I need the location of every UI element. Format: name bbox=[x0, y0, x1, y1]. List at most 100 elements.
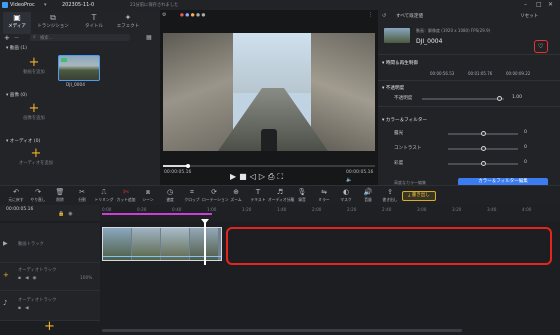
time-duration: 00:00:09.22 bbox=[506, 71, 531, 76]
rotate-icon: ⟳ bbox=[211, 188, 217, 196]
section-video[interactable]: ▾ 動画 (1) bbox=[6, 45, 27, 51]
volume-icon[interactable]: 🔈 bbox=[346, 177, 352, 183]
search-input[interactable]: ⌕ 検索... bbox=[30, 34, 130, 41]
section-image[interactable]: ▾ 画像 (0) bbox=[6, 92, 27, 98]
add-media-plus-icon[interactable]: + bbox=[4, 34, 10, 42]
add-image-button[interactable]: + 画像を追加 bbox=[20, 102, 48, 121]
tool-mirror[interactable]: ⇋ ミラー bbox=[312, 188, 336, 203]
tool-zoom[interactable]: ⊕ ズーム bbox=[224, 188, 248, 203]
music-track-icon: ♪ bbox=[3, 299, 8, 307]
work-area-bar[interactable] bbox=[102, 213, 212, 215]
tab-media[interactable]: ▣ メディア bbox=[3, 12, 31, 34]
tool-label: 書き出し bbox=[382, 197, 398, 202]
color-row-slider[interactable] bbox=[448, 161, 518, 166]
export-button[interactable]: ⤓ 書き出し bbox=[402, 191, 436, 201]
speaker-icon[interactable]: ◀ bbox=[25, 276, 32, 281]
color-dot-icon[interactable]: ● bbox=[191, 13, 195, 18]
time-start: 00:00:56.53 bbox=[430, 71, 455, 76]
prev-frame-icon[interactable]: ◁ bbox=[250, 172, 259, 181]
section-color-filter[interactable]: ▾ カラー＆フィルター bbox=[382, 117, 427, 123]
view-toggle-icon[interactable]: ▦ bbox=[146, 34, 152, 41]
section-opacity[interactable]: ▾ 不透明度 bbox=[382, 85, 404, 91]
add-audio-button[interactable]: + オーディオを追加 bbox=[18, 147, 54, 166]
color-row-value[interactable]: 0 bbox=[524, 130, 527, 135]
tab-effect[interactable]: ✦ エフェクト bbox=[112, 12, 144, 34]
preview-progress-track[interactable] bbox=[163, 163, 375, 168]
stop-icon[interactable]: ■ bbox=[239, 172, 250, 181]
color-row-value[interactable]: 0 bbox=[524, 145, 527, 150]
color-dot-icon[interactable]: ● bbox=[180, 13, 184, 18]
color-dot-icon[interactable]: ● bbox=[196, 13, 200, 18]
preview-menu-icon[interactable]: ⋮ bbox=[368, 12, 373, 18]
playhead[interactable] bbox=[204, 221, 206, 265]
project-name[interactable]: 202305-11-0 bbox=[62, 2, 94, 8]
color-row-slider[interactable] bbox=[448, 146, 518, 151]
color-dot-icon[interactable]: ● bbox=[202, 13, 206, 18]
tool-export[interactable]: ⇪ 書き出し bbox=[378, 188, 402, 203]
menu-chevron-icon[interactable]: ▾ bbox=[44, 2, 47, 8]
tool-volume[interactable]: 🔊 音量 bbox=[356, 188, 380, 203]
preview-progress-fill bbox=[163, 165, 189, 167]
preview-progress-knob[interactable] bbox=[186, 163, 191, 168]
color-row-knob[interactable] bbox=[480, 161, 486, 166]
color-dot-icon[interactable]: ● bbox=[185, 13, 189, 18]
color-row-label: 露光 bbox=[394, 131, 404, 136]
section-timing[interactable]: ▾ 時間＆再生制御 bbox=[382, 60, 418, 66]
close-icon[interactable]: ✕ bbox=[548, 1, 553, 8]
section-audio[interactable]: ▾ オーディオ (0) bbox=[6, 138, 40, 144]
color-row-knob[interactable] bbox=[480, 131, 486, 136]
volume-icon: 🔊 bbox=[363, 188, 373, 196]
track-head-video: ▶ 動画トラック bbox=[0, 223, 100, 263]
tool-text[interactable]: T テキスト bbox=[246, 188, 270, 203]
add-track-plus-icon[interactable]: + bbox=[3, 271, 9, 279]
minimize-icon[interactable]: – bbox=[524, 1, 527, 8]
tool-record[interactable]: 🎙 録音 bbox=[290, 188, 314, 203]
reset-all-label[interactable]: すべて既定値 bbox=[396, 13, 423, 19]
color-row-value[interactable]: 0 bbox=[524, 160, 527, 165]
add-video-button[interactable]: + 動画を追加 bbox=[20, 56, 48, 75]
lock-icon[interactable]: ▪ bbox=[18, 306, 25, 311]
collapse-icon[interactable]: — bbox=[14, 35, 19, 41]
lock-icon[interactable]: 🔒 bbox=[58, 211, 68, 217]
tool-redo[interactable]: ↷ やり直し bbox=[26, 188, 50, 203]
next-frame-icon[interactable]: ▷ bbox=[259, 172, 268, 181]
opacity-value[interactable]: 1.00 bbox=[512, 95, 522, 100]
plus-icon: + bbox=[28, 101, 40, 116]
speaker-icon[interactable]: ◀ bbox=[25, 306, 32, 311]
clip-thumbnail[interactable] bbox=[58, 55, 100, 81]
ruler-tick-label: 3:00 bbox=[417, 207, 427, 212]
tool-undo[interactable]: ↶ 元に戻す bbox=[4, 188, 28, 203]
opacity-knob[interactable] bbox=[497, 96, 503, 101]
video-frame[interactable] bbox=[163, 33, 375, 151]
tool-cut[interactable]: ✄ カット追加 bbox=[114, 188, 138, 203]
tab-transition[interactable]: ⧉ トランジション bbox=[34, 12, 72, 34]
trim-icon: ⎍ bbox=[101, 188, 107, 196]
tool-trim[interactable]: ⎍ トリミング bbox=[92, 188, 116, 203]
tool-audio-split[interactable]: ♬ オーディオ分離 bbox=[268, 188, 294, 203]
tool-crop[interactable]: ⌗ クロップ bbox=[180, 188, 204, 203]
playhead-handle-icon[interactable] bbox=[201, 219, 209, 224]
color-row-slider[interactable] bbox=[448, 131, 518, 136]
preview-settings-icon[interactable]: ⚙ bbox=[162, 12, 166, 18]
color-row-knob[interactable] bbox=[480, 146, 486, 151]
lock-icon[interactable]: ▪ bbox=[18, 276, 25, 281]
tool-delete[interactable]: 🗑 削除 bbox=[48, 188, 72, 203]
tool-split[interactable]: ✂ 分割 bbox=[70, 188, 94, 203]
tool-scene[interactable]: ⧈ シーン bbox=[136, 188, 160, 203]
maximize-icon[interactable]: □ bbox=[536, 1, 542, 8]
eye-icon[interactable]: ◉ bbox=[68, 211, 76, 217]
tool-mask[interactable]: ◐ マスク bbox=[334, 188, 358, 203]
reset-button[interactable]: リセット bbox=[520, 13, 538, 19]
eye-icon[interactable]: ◉ bbox=[33, 276, 41, 281]
ruler-tick-label: 1:40 bbox=[277, 207, 287, 212]
fullscreen-icon[interactable]: ⛶ bbox=[277, 172, 286, 181]
tool-speed[interactable]: ◷ 速度 bbox=[158, 188, 182, 203]
tool-rotate[interactable]: ⟳ ローテーション bbox=[202, 188, 229, 203]
export-icon: ⇪ bbox=[387, 188, 393, 196]
tab-title[interactable]: T タイトル bbox=[80, 12, 108, 34]
play-icon[interactable]: ▶ bbox=[230, 172, 239, 181]
reset-icon[interactable]: ↺ bbox=[382, 13, 386, 19]
timeline-scrollbar[interactable] bbox=[102, 329, 462, 332]
add-track-plus-icon[interactable]: + bbox=[44, 319, 55, 334]
opacity-slider[interactable] bbox=[422, 96, 504, 101]
